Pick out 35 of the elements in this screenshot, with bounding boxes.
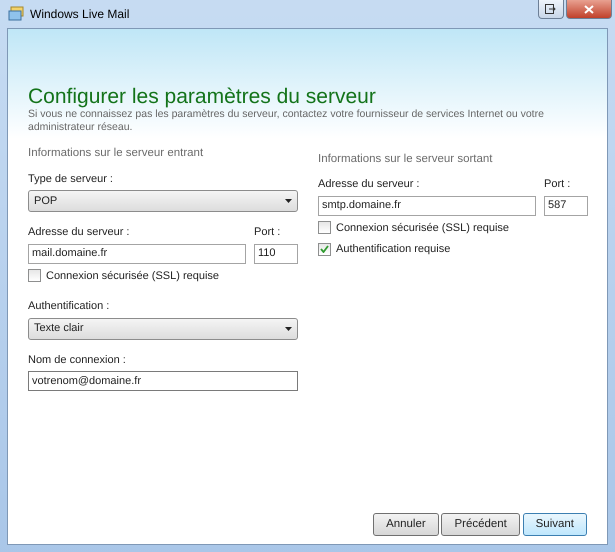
- window-title: Windows Live Mail: [30, 6, 130, 23]
- checkbox-label: Connexion sécurisée (SSL) requise: [46, 268, 220, 284]
- field-label: Type de serveur :: [28, 172, 114, 187]
- field-label: Authentification :: [28, 299, 110, 314]
- field-label: Adresse du serveur :: [318, 177, 420, 192]
- intro-text: Si vous ne connaissez pas les paramètres du serveur, contactez votre fournisseur de services Internet ou votre administrateur réseau.: [28, 108, 545, 134]
- restore-button[interactable]: [538, 0, 564, 19]
- caret-icon: [285, 326, 292, 331]
- checkbox[interactable]: [318, 242, 331, 256]
- section-heading: Informations sur le serveur sortant: [318, 152, 494, 167]
- port-field[interactable]: 110: [254, 244, 298, 264]
- field-label: Adresse du serveur :: [28, 225, 130, 240]
- field-label: Port :: [254, 225, 282, 240]
- port-field[interactable]: 587: [544, 196, 588, 216]
- checkbox-label: Connexion sécurisée (SSL) requise: [336, 220, 510, 236]
- dialog-button[interactable]: Annuler: [373, 512, 439, 536]
- field-label: Port :: [544, 177, 572, 192]
- dropdown[interactable]: Texte clair: [28, 318, 298, 340]
- restore-icon: [545, 4, 556, 14]
- close-button[interactable]: [566, 0, 612, 19]
- login-field[interactable]: votrenom@domaine.fr: [28, 371, 298, 392]
- address-field[interactable]: mail.domaine.fr: [28, 244, 246, 264]
- app-icon: [8, 6, 24, 22]
- section-heading: Informations sur le serveur entrant: [28, 146, 204, 162]
- checkbox-label: Authentification requise: [336, 242, 450, 258]
- address-field[interactable]: smtp.domaine.fr: [318, 196, 536, 216]
- checkbox[interactable]: [318, 221, 331, 234]
- caret-icon: [285, 199, 292, 204]
- close-icon: [584, 4, 594, 14]
- dialog-button[interactable]: Précédent: [441, 512, 520, 536]
- dialog-button[interactable]: Suivant: [522, 512, 587, 536]
- page-heading: Configurer les paramètres du serveur: [28, 85, 377, 108]
- dropdown[interactable]: POP: [28, 190, 298, 212]
- field-label: Nom de connexion :: [28, 352, 127, 368]
- checkbox[interactable]: [28, 269, 41, 282]
